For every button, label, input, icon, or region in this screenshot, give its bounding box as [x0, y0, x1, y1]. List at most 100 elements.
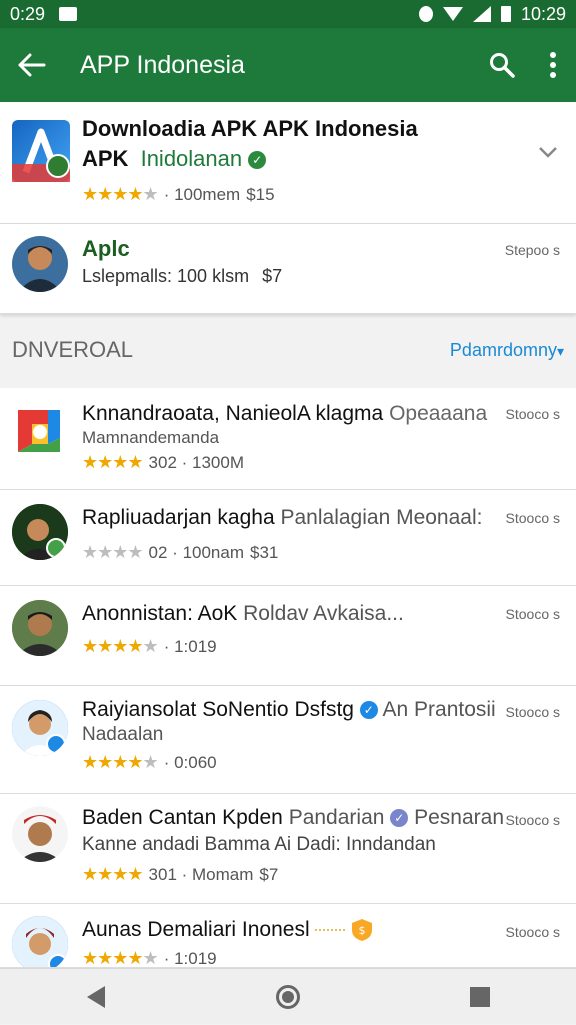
rating-stars: ★★★★★	[82, 948, 159, 968]
notification-icon	[59, 7, 78, 21]
list-item-title: Knnandraoata, NanieolA klagma	[82, 402, 384, 425]
list-item-title: Anonnistan: AoK	[82, 602, 238, 625]
list-item-meta: ★★★★★ · 1:019	[82, 948, 217, 968]
list-item-title: Rapliuadarjan kagha	[82, 506, 275, 529]
list-item[interactable]: Knnandraoata, NanieolA klagma Opeaaana M…	[0, 388, 576, 490]
list-item-status: Stooco s	[505, 510, 560, 526]
signal-icon	[472, 6, 491, 22]
list-item-subtitle: Kanne andadi Bamma Ai Dadi: Inndandan	[82, 834, 436, 855]
rating-stars: ★★★★★	[82, 752, 159, 772]
search-button[interactable]	[474, 28, 530, 102]
list-item[interactable]: Raiyiansolat SoNentio Dsfstg ✓ An Pranto…	[0, 686, 576, 794]
list-item-downloads: · 1:019	[163, 636, 217, 656]
home-circle-icon	[276, 984, 300, 1009]
svg-text:$: $	[359, 924, 366, 937]
avatar	[12, 916, 68, 967]
list-item-price: $7	[259, 864, 279, 884]
list-item-developer: Roldav Avkaisa...	[243, 602, 404, 625]
rating-stars: ★★★★★	[82, 184, 159, 204]
list-item[interactable]: Anonnistan: AoK Roldav Avkaisa... ★★★★★ …	[0, 586, 576, 686]
page-title: APP Indonesia	[80, 50, 245, 79]
list-item-meta: ★★★★★ · 0:060	[82, 752, 217, 773]
app-logo-icon	[14, 404, 64, 458]
back-arrow-icon	[18, 53, 46, 77]
section-more-link[interactable]: Pdamrdomny▾	[450, 340, 564, 361]
avatar	[12, 806, 68, 862]
section-title: DNVEROAL	[12, 337, 134, 362]
recents-square-icon	[470, 986, 490, 1007]
list-item-downloads: · 1:019	[163, 948, 217, 968]
status-bar: 0:29 10:29	[0, 0, 576, 28]
chevron-down-icon[interactable]	[538, 146, 558, 158]
list-item[interactable]: Aunas Demaliari Inonesl $ ★★★★★ · 1:019 …	[0, 904, 576, 968]
status-time-left: 0:29	[10, 3, 46, 24]
list-item-developer: Opeaaana	[389, 402, 488, 425]
avatar	[12, 504, 68, 560]
list-item-price: $31	[250, 542, 279, 562]
featured-meta: ★★★★★ · 100mem $15	[82, 184, 275, 205]
list-item-developer: Panlalagian Meonaal:	[280, 506, 483, 529]
featured-app-card[interactable]: Downloadia APK APK Indonesia APK Inidola…	[0, 102, 576, 224]
list-item-title: Raiyiansolat SoNentio Dsfstg	[82, 698, 354, 721]
more-options-button[interactable]	[530, 28, 576, 102]
divider	[315, 929, 346, 932]
second-app-status: Stepoo s	[504, 242, 560, 258]
list-item-downloads: · 0:060	[163, 752, 217, 772]
rating-stars: ★★★★	[82, 542, 144, 562]
list-item-developer: An Prantosii	[382, 698, 496, 721]
app-bar: APP Indonesia	[0, 28, 576, 102]
list-item-status: Stooco s	[505, 704, 560, 720]
shield-badge-icon: $	[351, 918, 373, 942]
system-nav-bar	[0, 968, 576, 1024]
list-item-title: Baden Cantan Kpden	[82, 806, 283, 829]
featured-developer: Inidolanan	[140, 146, 243, 171]
list-item-subtitle: Mamnandemanda	[82, 428, 220, 447]
rating-stars: ★★★★	[82, 864, 144, 884]
battery-icon	[500, 6, 511, 22]
section-header: DNVEROAL Pdamrdomny▾	[0, 318, 576, 382]
app-logo-icon	[12, 120, 70, 182]
second-app-card[interactable]: Aplc Lslepmalls: 100 klsm $7 Stepoo s	[0, 224, 576, 314]
list-item-status: Stooco s	[505, 406, 560, 422]
more-vert-icon	[550, 52, 556, 78]
back-button[interactable]	[0, 28, 64, 102]
list-item-downloads: 301 · Momam	[148, 864, 254, 884]
featured-app-title: Downloadia APK APK Indonesia	[82, 116, 418, 141]
list-item-downloads: 302 · 1300M	[148, 452, 244, 472]
list-item-status: Stooco s	[505, 812, 560, 828]
list-item-downloads: 02 · 100nam	[148, 542, 244, 562]
list-item-meta: ★★★★ 302 · 1300M	[82, 452, 244, 473]
featured-price: $15	[246, 184, 275, 204]
verified-badge-icon: ✓	[248, 151, 267, 170]
list-item-meta: ★★★★ 301 · Momam $7	[82, 864, 278, 885]
back-triangle-icon	[87, 985, 105, 1008]
verified-badge-icon: ✓	[359, 701, 378, 720]
status-time-right: 10:29	[520, 3, 566, 24]
second-app-subtitle: Lslepmalls: 100 klsm	[82, 266, 250, 286]
list-item[interactable]: Rapliuadarjan kagha Panlalagian Meonaal:…	[0, 490, 576, 586]
list-item-developer-extra: Pesnaran	[414, 806, 505, 829]
list-item-meta: ★★★★★ · 1:019	[82, 636, 217, 657]
list-item-title: Aunas Demaliari Inonesl	[82, 918, 310, 941]
second-app-title: Aplc	[82, 236, 130, 261]
list-item-subtitle: Nadaalan	[82, 724, 164, 745]
nav-home-button[interactable]	[258, 969, 318, 1025]
verified-badge-icon: ✓	[390, 809, 409, 828]
nav-back-button[interactable]	[66, 969, 126, 1025]
wifi-icon	[442, 7, 463, 21]
list-item-status: Stooco s	[505, 924, 560, 940]
list-item-status: Stooco s	[505, 606, 560, 622]
featured-downloads: · 100mem	[163, 184, 241, 204]
rating-stars: ★★★★★	[82, 636, 159, 656]
avatar	[12, 236, 68, 292]
search-icon	[490, 53, 515, 78]
avatar	[12, 600, 68, 656]
list-item[interactable]: Baden Cantan Kpden Pandarian ✓ Pesnaran …	[0, 794, 576, 904]
list-item-developer: Pandarian	[288, 806, 385, 829]
avatar	[12, 700, 68, 756]
nav-recents-button[interactable]	[450, 969, 510, 1025]
list-item-meta: ★★★★ 02 · 100nam $31	[82, 542, 278, 563]
rating-stars: ★★★★	[82, 452, 144, 472]
second-app-price: $7	[262, 266, 283, 286]
featured-apk-label: APK	[82, 146, 129, 171]
